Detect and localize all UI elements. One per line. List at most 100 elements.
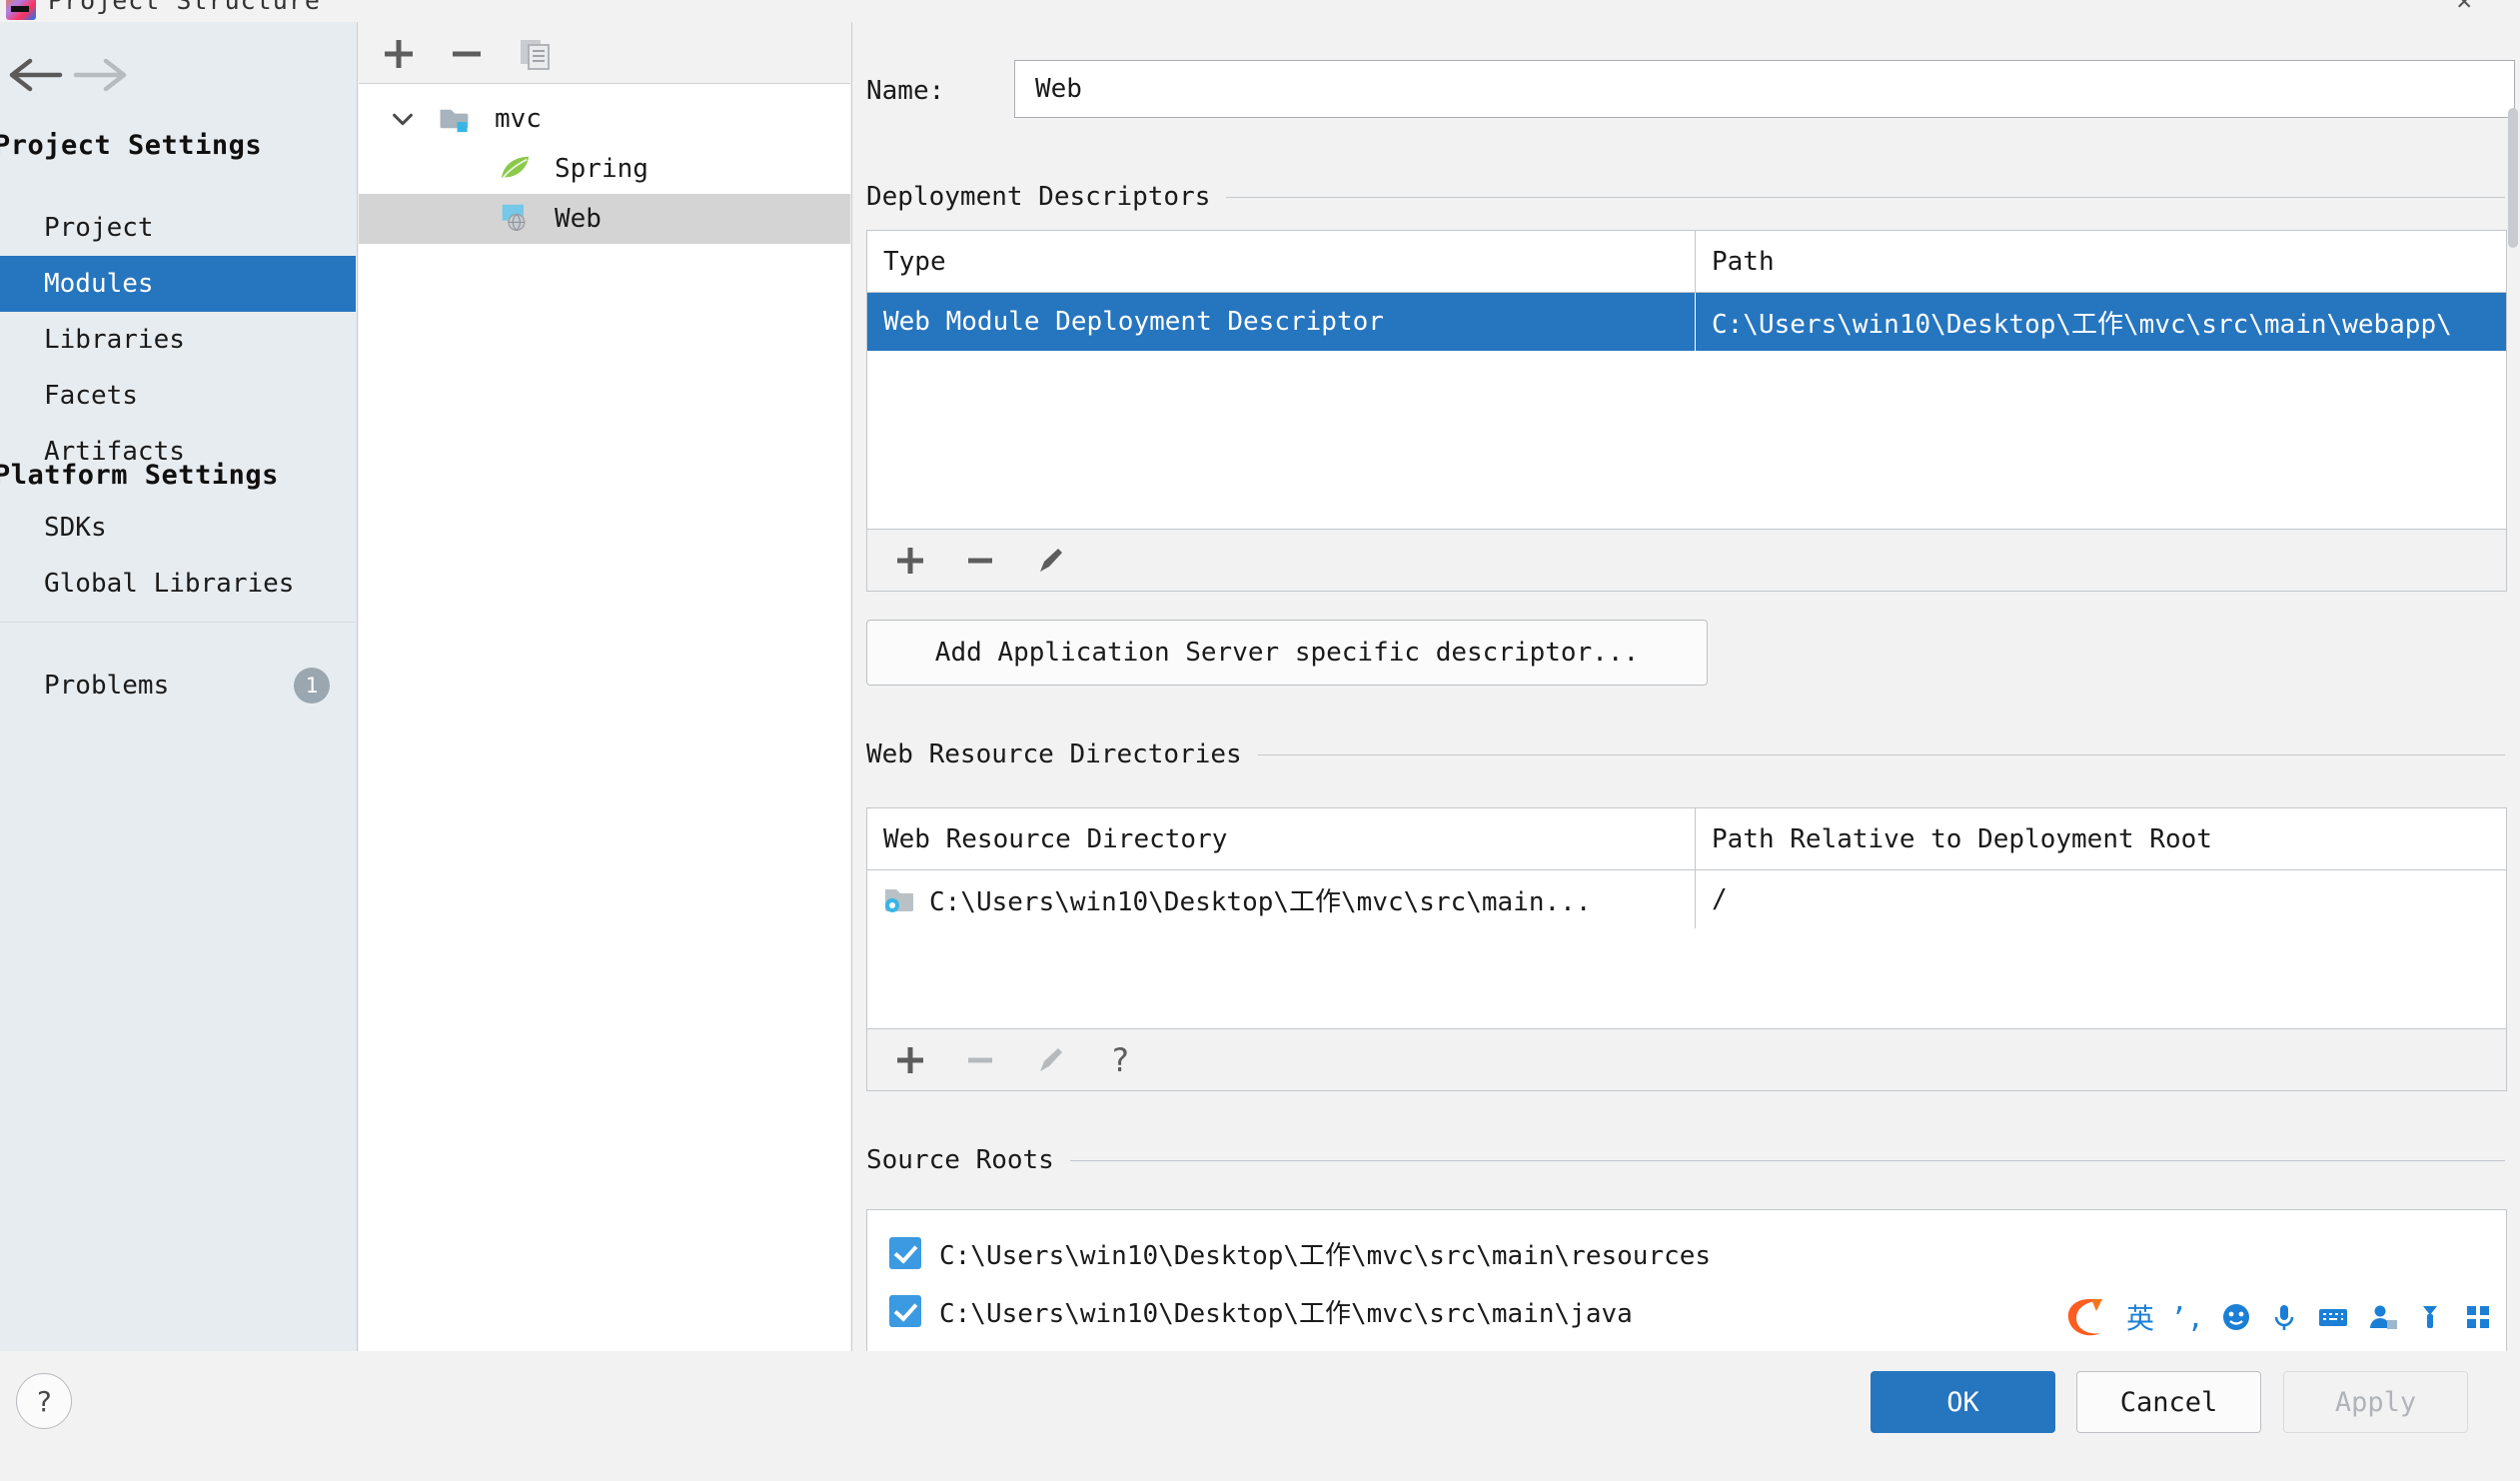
- sidebar-group-platform-settings: Platform Settings: [0, 460, 279, 491]
- sidebar-item-facets[interactable]: Facets: [0, 368, 356, 424]
- sidebar-group-project-settings: Project Settings: [0, 130, 263, 161]
- module-name-input[interactable]: Web: [1014, 60, 2515, 118]
- deployment-descriptors-toolbar: [866, 530, 2507, 592]
- plus-icon[interactable]: [889, 1039, 931, 1081]
- table-row[interactable]: C:\Users\win10\Desktop\工作\mvc\src\main..…: [867, 870, 2506, 928]
- sidebar-item-project[interactable]: Project: [0, 200, 356, 256]
- sidebar-item-label: Problems: [44, 671, 170, 701]
- module-tree-panel: mvc Spring Web: [359, 22, 850, 1351]
- cell-path: C:\Users\win10\Desktop\工作\mvc\src\main\w…: [1695, 293, 2506, 351]
- spring-leaf-icon: [501, 156, 530, 178]
- sidebar-item-label: Facets: [44, 381, 138, 411]
- module-folder-icon: [440, 109, 469, 133]
- checkbox-checked-icon[interactable]: [889, 1295, 921, 1327]
- sidebar-item-label: Libraries: [44, 325, 185, 355]
- source-roots-section-title: Source Roots: [866, 1145, 2505, 1175]
- vertical-scrollbar[interactable]: [2508, 108, 2518, 248]
- project-structure-dialog: Project Structure ✕ Project Settings Pro…: [0, 0, 2520, 1481]
- ok-button[interactable]: OK: [1871, 1371, 2055, 1433]
- sidebar-divider: [0, 622, 356, 623]
- window-title: Project Structure: [48, 0, 321, 15]
- tree-node-spring[interactable]: Spring: [359, 144, 850, 194]
- table-header-row: Web Resource Directory Path Relative to …: [867, 808, 2506, 870]
- column-header-type[interactable]: Type: [867, 231, 1695, 292]
- list-item[interactable]: C:\Users\win10\Desktop\工作\mvc\src\main\r…: [867, 1224, 2506, 1282]
- arrow-right-icon: [73, 58, 127, 92]
- sogou-ime-toolbar: 英 ’,: [2058, 1289, 2494, 1345]
- help-question-icon[interactable]: ?: [1099, 1039, 1141, 1081]
- table-header-row: Type Path: [867, 231, 2506, 293]
- problems-count-badge: 1: [294, 668, 330, 704]
- sogou-logo-icon[interactable]: [2058, 1291, 2110, 1343]
- chevron-down-icon[interactable]: [389, 105, 417, 133]
- web-resource-directories-section-title: Web Resource Directories: [866, 740, 2505, 769]
- section-title-text: Deployment Descriptors: [866, 182, 1211, 212]
- pencil-edit-icon: [1029, 1039, 1071, 1081]
- emoji-icon[interactable]: [2220, 1301, 2252, 1333]
- sidebar-item-label: SDKs: [44, 513, 107, 543]
- sidebar-item-label: Global Libraries: [44, 569, 295, 599]
- deployment-descriptors-section-title: Deployment Descriptors: [866, 182, 2505, 212]
- module-settings-content: Name: Web Deployment Descriptors Type Pa…: [851, 22, 2520, 1355]
- pencil-edit-icon[interactable]: [1029, 540, 1071, 582]
- list-item-label: C:\Users\win10\Desktop\工作\mvc\src\main\r…: [939, 1240, 1712, 1271]
- module-name-row: Name: Web: [866, 60, 2515, 122]
- sidebar-item-modules[interactable]: Modules: [0, 256, 356, 312]
- copy-icon[interactable]: [513, 32, 557, 76]
- settings-sidebar: Project Settings Project Modules Librari…: [0, 22, 358, 1351]
- minus-icon[interactable]: [445, 32, 489, 76]
- dialog-footer: ? OK Cancel Apply: [0, 1351, 2520, 1481]
- window-titlebar: Project Structure ✕: [0, 0, 2520, 22]
- web-resource-directories-toolbar: ?: [866, 1029, 2507, 1091]
- microphone-icon[interactable]: [2268, 1301, 2300, 1333]
- keyboard-icon[interactable]: [2316, 1301, 2350, 1333]
- add-app-server-descriptor-button[interactable]: Add Application Server specific descript…: [866, 620, 1708, 686]
- cancel-button[interactable]: Cancel: [2076, 1371, 2261, 1433]
- punctuation-icon[interactable]: ’,: [2170, 1301, 2204, 1334]
- cell-text: C:\Users\win10\Desktop\工作\mvc\src\main..…: [929, 886, 1592, 917]
- tree-node-label: Spring: [555, 154, 648, 184]
- section-rule: [1226, 196, 2505, 198]
- list-item-label: C:\Users\win10\Desktop\工作\mvc\src\main\j…: [939, 1298, 1633, 1329]
- section-rule: [1069, 1159, 2505, 1161]
- sidebar-item-label: Project: [44, 213, 154, 243]
- sidebar-item-sdks[interactable]: SDKs: [0, 500, 356, 556]
- chinese-english-toggle-icon[interactable]: 英: [2126, 1297, 2154, 1337]
- tree-node-mvc[interactable]: mvc: [359, 94, 850, 144]
- column-header-web-resource-directory[interactable]: Web Resource Directory: [867, 808, 1695, 869]
- plus-icon[interactable]: [889, 540, 931, 582]
- deployment-descriptors-table[interactable]: Type Path Web Module Deployment Descript…: [866, 230, 2507, 530]
- help-button[interactable]: ?: [16, 1373, 72, 1429]
- module-name-label: Name:: [866, 76, 945, 106]
- web-resource-directories-table[interactable]: Web Resource Directory Path Relative to …: [866, 807, 2507, 1029]
- section-title-text: Web Resource Directories: [866, 740, 1242, 769]
- checkbox-checked-icon[interactable]: [889, 1237, 921, 1269]
- sidebar-item-label: Modules: [44, 269, 154, 299]
- module-tree-toolbar: [359, 22, 850, 84]
- table-row[interactable]: Web Module Deployment Descriptor C:\User…: [867, 293, 2506, 351]
- sidebar-item-libraries[interactable]: Libraries: [0, 312, 356, 368]
- minus-icon[interactable]: [959, 540, 1001, 582]
- navigation-arrows: [0, 52, 358, 102]
- tree-node-web[interactable]: Web: [359, 194, 850, 244]
- toolbox-icon[interactable]: [2414, 1301, 2446, 1333]
- plus-icon[interactable]: [377, 32, 421, 76]
- sidebar-item-problems[interactable]: Problems 1: [0, 658, 356, 714]
- column-header-path[interactable]: Path: [1695, 231, 2506, 292]
- user-icon[interactable]: [2366, 1301, 2398, 1333]
- close-icon[interactable]: ✕: [2456, 0, 2472, 16]
- sidebar-item-global-libraries[interactable]: Global Libraries: [0, 556, 356, 612]
- web-folder-icon: [885, 889, 913, 912]
- apply-button: Apply: [2283, 1371, 2468, 1433]
- section-rule: [1257, 753, 2505, 755]
- tree-node-label: mvc: [495, 104, 542, 134]
- tree-node-label: Web: [555, 204, 602, 234]
- cell-web-resource-directory: C:\Users\win10\Desktop\工作\mvc\src\main..…: [867, 870, 1695, 928]
- column-header-path-relative[interactable]: Path Relative to Deployment Root: [1695, 808, 2506, 869]
- intellij-idea-logo-icon: [6, 0, 36, 20]
- cell-relative-path: /: [1695, 870, 2506, 928]
- arrow-left-icon[interactable]: [8, 52, 66, 98]
- web-facet-icon: [502, 204, 526, 232]
- cell-type: Web Module Deployment Descriptor: [883, 307, 1384, 337]
- apps-grid-icon[interactable]: [2462, 1301, 2494, 1333]
